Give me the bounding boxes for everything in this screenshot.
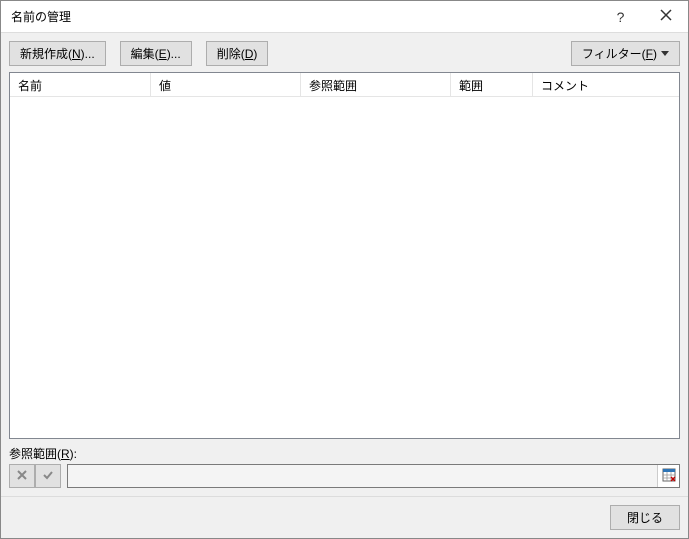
refersto-accept-button[interactable] bbox=[35, 464, 61, 488]
delete-button[interactable]: 削除(D) bbox=[206, 41, 269, 66]
names-list-body[interactable] bbox=[10, 97, 679, 438]
window-title: 名前の管理 bbox=[1, 8, 81, 25]
refersto-cancel-button[interactable] bbox=[9, 464, 35, 488]
check-icon bbox=[42, 469, 54, 484]
filter-button[interactable]: フィルター(F) bbox=[571, 41, 680, 66]
refersto-input[interactable] bbox=[68, 465, 657, 487]
refersto-input-wrap bbox=[67, 464, 680, 488]
toolbar: 新規作成(N)... 編集(E)... 削除(D) フィルター(F) bbox=[1, 33, 688, 72]
refersto-row bbox=[1, 464, 688, 496]
spreadsheet-icon bbox=[662, 468, 676, 485]
chevron-down-icon bbox=[661, 51, 669, 56]
collapse-dialog-button[interactable] bbox=[657, 465, 679, 487]
col-scope[interactable]: 範囲 bbox=[451, 73, 533, 96]
close-window-button[interactable] bbox=[643, 1, 688, 33]
column-headers: 名前 値 参照範囲 範囲 コメント bbox=[10, 73, 679, 97]
titlebar: 名前の管理 ? bbox=[1, 1, 688, 33]
x-icon bbox=[16, 469, 28, 484]
name-manager-dialog: 名前の管理 ? 新規作成(N)... 編集(E)... 削除(D) フィルター(… bbox=[0, 0, 689, 539]
col-value[interactable]: 値 bbox=[151, 73, 301, 96]
col-name[interactable]: 名前 bbox=[10, 73, 151, 96]
names-list: 名前 値 参照範囲 範囲 コメント bbox=[9, 72, 680, 439]
col-refers[interactable]: 参照範囲 bbox=[301, 73, 451, 96]
help-button[interactable]: ? bbox=[598, 1, 643, 33]
close-button[interactable]: 閉じる bbox=[610, 505, 680, 530]
new-button[interactable]: 新規作成(N)... bbox=[9, 41, 106, 66]
close-icon bbox=[660, 9, 672, 24]
footer: 閉じる bbox=[1, 496, 688, 538]
refersto-label: 参照範囲(R): bbox=[1, 439, 688, 464]
edit-button[interactable]: 編集(E)... bbox=[120, 41, 192, 66]
col-comment[interactable]: コメント bbox=[533, 73, 679, 96]
